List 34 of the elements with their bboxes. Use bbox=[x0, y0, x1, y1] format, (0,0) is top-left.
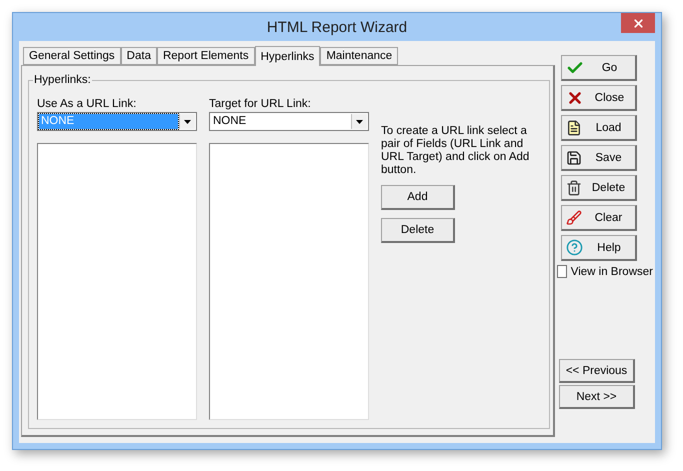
nav-button[interactable]: Next >> bbox=[559, 385, 635, 409]
link-button[interactable]: Add bbox=[381, 185, 455, 210]
window-title: HTML Report Wizard bbox=[266, 18, 408, 36]
checkbox[interactable] bbox=[557, 265, 567, 278]
instructions-text: To create a URL link select a pair of Fields (URL Link and URL Target) and click on Add button. bbox=[381, 125, 530, 177]
dropdown-label: Use As a URL Link: bbox=[37, 98, 138, 110]
link-button[interactable]: Delete bbox=[381, 218, 455, 243]
caret-icon bbox=[184, 120, 191, 124]
caret-icon bbox=[356, 120, 363, 124]
action-button[interactable]: Save bbox=[561, 145, 637, 171]
action-button[interactable]: Go bbox=[561, 55, 637, 81]
nav-button[interactable]: << Previous bbox=[559, 359, 635, 383]
brush-icon bbox=[566, 210, 582, 226]
action-button[interactable]: Close bbox=[561, 85, 637, 111]
field-list[interactable] bbox=[209, 143, 369, 420]
field-list[interactable] bbox=[37, 143, 197, 420]
tab[interactable]: Maintenance bbox=[320, 47, 398, 65]
close-button[interactable] bbox=[621, 13, 655, 33]
tab[interactable]: Hyperlinks bbox=[254, 46, 320, 66]
dropdown-label: Target for URL Link: bbox=[209, 98, 312, 110]
tab[interactable]: Data bbox=[120, 47, 157, 65]
document-icon bbox=[566, 120, 582, 136]
action-button[interactable]: Clear bbox=[561, 205, 637, 231]
trash-icon bbox=[566, 180, 582, 196]
group-title: Hyperlinks: bbox=[33, 74, 92, 86]
close-icon bbox=[632, 16, 644, 30]
tab[interactable]: Report Elements bbox=[156, 47, 255, 65]
checkbox-label: View in Browser bbox=[570, 266, 653, 278]
dropdown[interactable]: NONE bbox=[209, 112, 369, 131]
action-button[interactable]: Help bbox=[561, 235, 637, 261]
help-icon bbox=[566, 239, 583, 256]
action-button[interactable]: Delete bbox=[561, 175, 637, 201]
action-button[interactable]: Load bbox=[561, 115, 637, 141]
tab[interactable]: General Settings bbox=[23, 47, 121, 65]
